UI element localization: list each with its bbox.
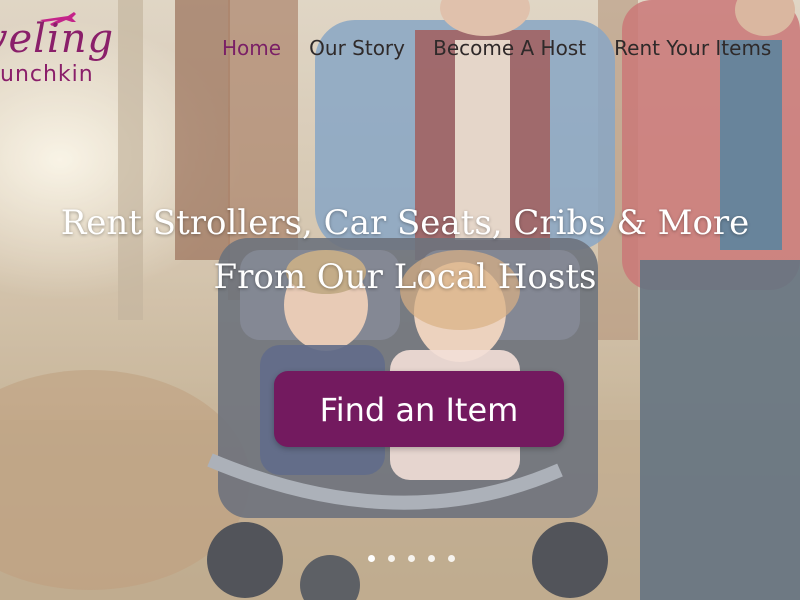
slide-indicator bbox=[368, 547, 463, 562]
find-an-item-button[interactable]: Find an Item bbox=[274, 371, 564, 447]
hero-headline-line2: From Our Local Hosts bbox=[213, 257, 597, 297]
hero-headline: Rent Strollers, Car Seats, Cribs & More … bbox=[0, 196, 800, 304]
nav-rent-your-items[interactable]: Rent Your Items bbox=[614, 36, 771, 60]
nav-our-story[interactable]: Our Story bbox=[309, 36, 405, 60]
nav-become-a-host[interactable]: Become A Host bbox=[433, 36, 586, 60]
hero-headline-line1: Rent Strollers, Car Seats, Cribs & More bbox=[60, 203, 750, 243]
nav-home[interactable]: Home bbox=[222, 36, 281, 60]
logo-text-line1: aveling bbox=[0, 16, 115, 62]
site-logo[interactable]: aveling unchkin bbox=[0, 2, 170, 98]
main-navigation: Home Our Story Become A Host Rent Your I… bbox=[222, 36, 800, 66]
slide-dot[interactable] bbox=[368, 555, 375, 562]
logo-text-line2: unchkin bbox=[0, 62, 94, 87]
